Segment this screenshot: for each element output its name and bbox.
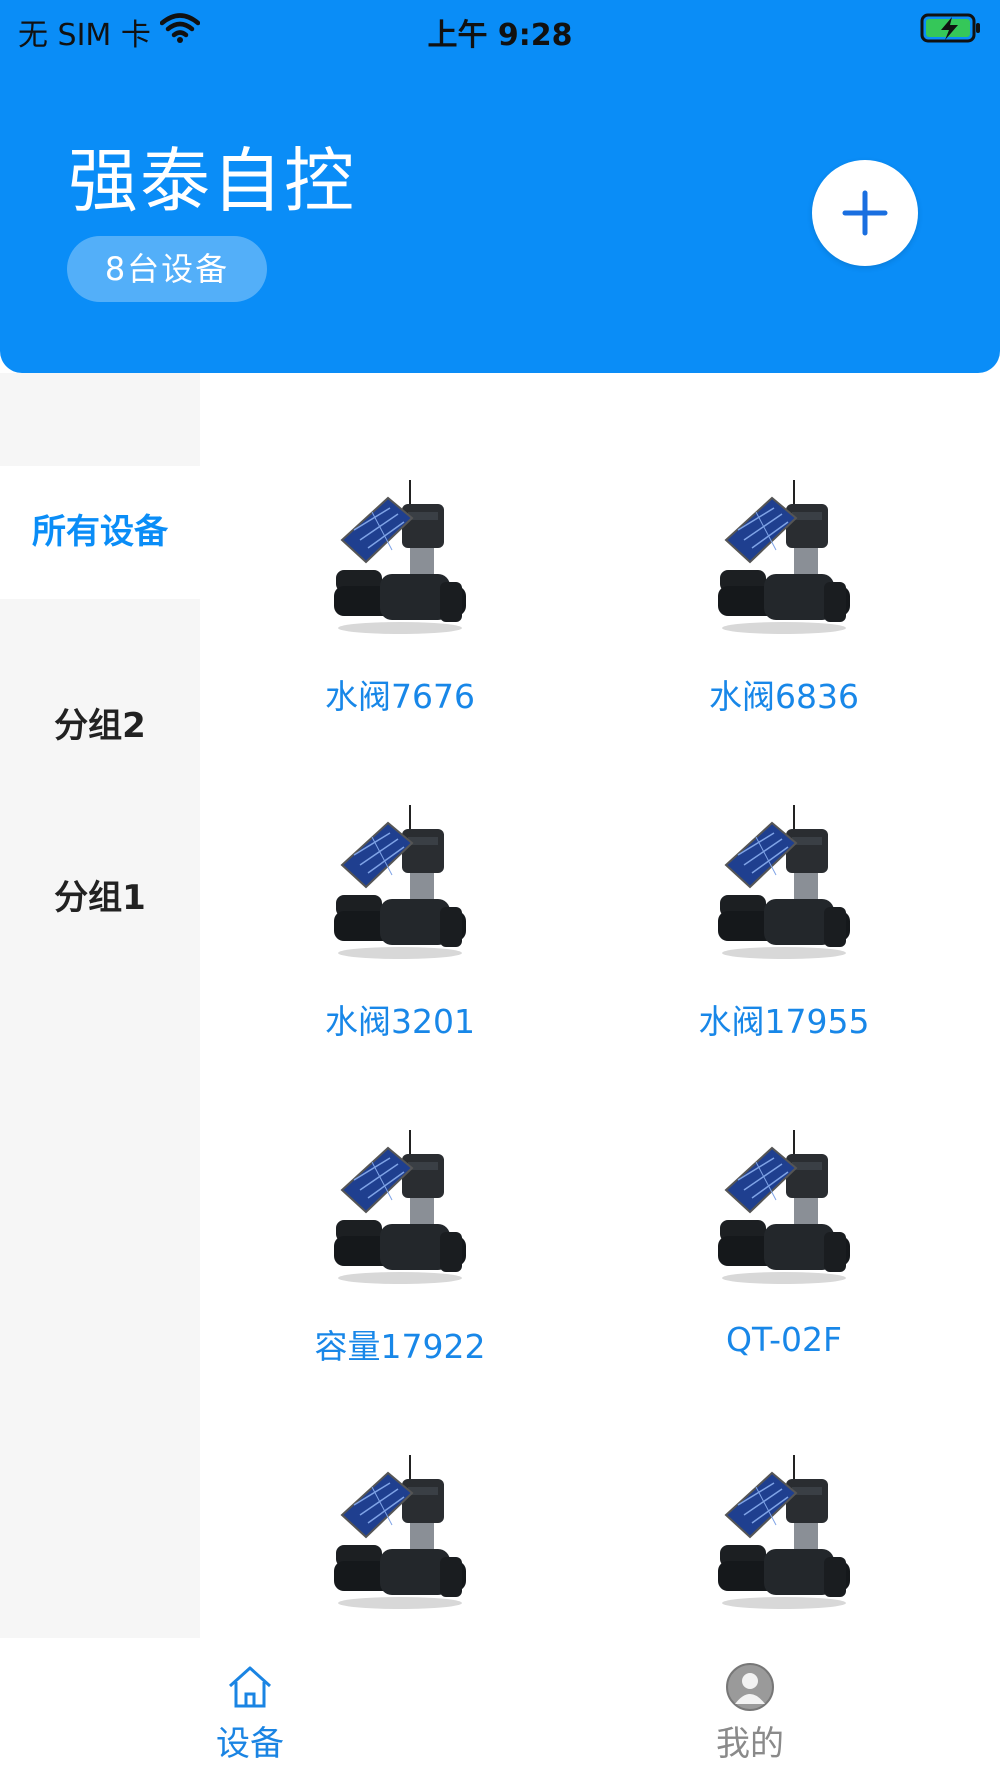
tab-label: 我的 [716, 1724, 784, 1764]
header: 无 SIM 卡 上午 9:28 强泰自控 8台设备 [0, 0, 1000, 373]
device-card[interactable]: QT-02F [592, 1128, 976, 1428]
home-icon [228, 1666, 272, 1708]
tab-devices[interactable]: 设备 [150, 1638, 350, 1778]
device-card[interactable]: 水阀17955 [592, 803, 976, 1103]
device-card[interactable]: 水阀3201 [208, 803, 592, 1103]
group-sidebar: 所有设备 分组2 分组1 [0, 373, 200, 1638]
device-name: 水阀17955 [698, 1002, 870, 1041]
device-name: 水阀3201 [325, 1002, 475, 1041]
device-count-badge: 8台设备 [67, 236, 267, 302]
sidebar-item-group2[interactable]: 分组2 [0, 676, 200, 776]
sidebar-item-group1[interactable]: 分组1 [0, 848, 200, 948]
solar-valve-image [333, 1454, 467, 1610]
app-title: 强泰自控 [68, 140, 356, 222]
solar-valve-image [717, 1129, 851, 1285]
device-name: 水阀6836 [709, 677, 859, 716]
device-card[interactable]: 水阀7676 [208, 478, 592, 778]
solar-valve-image [333, 479, 467, 635]
device-name: 水阀7676 [325, 677, 475, 716]
plus-icon [842, 190, 888, 236]
tab-bar: 设备 我的 [0, 1638, 1000, 1778]
tab-label: 设备 [216, 1724, 284, 1764]
solar-valve-image [333, 804, 467, 960]
solar-valve-image [717, 804, 851, 960]
sidebar-item-all-devices[interactable]: 所有设备 [0, 466, 200, 599]
device-name: 容量17922 [314, 1327, 486, 1366]
solar-valve-image [717, 1454, 851, 1610]
user-icon [726, 1663, 774, 1711]
device-card[interactable]: 容量17922 [208, 1128, 592, 1428]
battery-charging-icon [920, 13, 980, 43]
device-card[interactable]: 水阀6836 [592, 478, 976, 778]
device-card[interactable] [592, 1453, 976, 1638]
status-time: 上午 9:28 [427, 18, 573, 53]
device-grid: 水阀7676 水阀6836 水阀3201 水阀17955 容量17922 QT-… [200, 373, 1000, 1638]
add-device-button[interactable] [812, 160, 918, 266]
tab-me[interactable]: 我的 [650, 1638, 850, 1778]
solar-valve-image [717, 479, 851, 635]
device-card[interactable] [208, 1453, 592, 1638]
status-bar: 无 SIM 卡 上午 9:28 [0, 0, 1000, 58]
device-name: QT-02F [726, 1320, 842, 1359]
solar-valve-image [333, 1129, 467, 1285]
